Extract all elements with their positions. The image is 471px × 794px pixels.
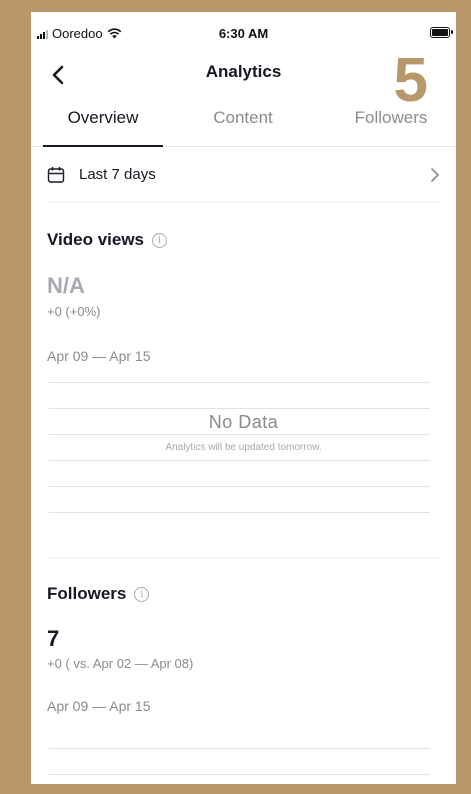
chart-gridline [49, 434, 430, 435]
tab-bar: Overview Content Followers [31, 104, 456, 147]
date-range-selector[interactable]: Last 7 days [47, 160, 440, 203]
followers-value: 7 [47, 626, 60, 651]
video-views-label: Video views [47, 230, 145, 249]
battery-icon [430, 27, 453, 38]
chevron-right-icon [431, 168, 439, 182]
chart-gridline [49, 382, 430, 383]
tab-content[interactable]: Content [183, 108, 303, 128]
followers-change: +0 ( vs. Apr 02 — Apr 08) [47, 656, 194, 671]
chart-gridline [49, 512, 430, 513]
phone-screen: Ooredoo 6:30 AM Analytics 5 Overview Con… [31, 12, 456, 784]
chart-gridline [49, 774, 430, 775]
followers-title: Followers i [47, 584, 150, 604]
video-views-change: +0 (+0%) [47, 304, 101, 319]
step-number-badge: 5 [393, 46, 428, 115]
chart-gridline [49, 748, 430, 749]
status-bar: Ooredoo 6:30 AM [31, 12, 456, 52]
followers-label: Followers [47, 584, 127, 603]
chart-gridline [49, 460, 430, 461]
video-views-title: Video views i [47, 230, 168, 250]
followers-date-range: Apr 09 — Apr 15 [47, 698, 151, 714]
tab-followers[interactable]: Followers [331, 108, 451, 128]
chart-gridline [49, 486, 430, 487]
tab-overview[interactable]: Overview [43, 108, 163, 128]
no-data-subtitle: Analytics will be updated tomorrow. [165, 442, 322, 453]
calendar-icon [47, 167, 65, 183]
active-tab-indicator [43, 145, 163, 147]
video-views-value: N/A [47, 273, 85, 298]
section-divider [47, 557, 440, 558]
no-data-message: No Data [208, 412, 279, 432]
chart-gridline [49, 408, 430, 409]
page-title: Analytics [205, 62, 282, 81]
status-time: 6:30 AM [218, 26, 269, 41]
date-range-label: Last 7 days [79, 166, 156, 183]
info-icon[interactable]: i [134, 586, 150, 602]
video-views-date-range: Apr 09 — Apr 15 [47, 348, 151, 364]
info-icon[interactable]: i [152, 232, 168, 248]
